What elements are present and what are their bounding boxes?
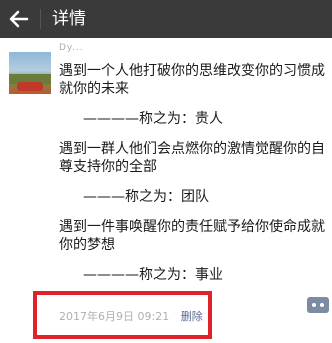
arrow-left-icon [9, 10, 29, 28]
back-button[interactable] [4, 4, 34, 34]
post-line: 遇到一群人他们会点燃你的激情觉醒你的自尊支持你的全部 [59, 141, 325, 175]
comment-dots-icon[interactable] [307, 297, 329, 313]
post-line: 遇到一个人他打破你的思维改变你的习惯成就你的未来 [59, 63, 325, 97]
author-name[interactable]: Dy... [59, 43, 84, 53]
post-text: 遇到一个人他打破你的思维改变你的习惯成就你的未来 ————称之为：贵人 遇到一群… [59, 62, 329, 284]
post-line: 遇到一件事唤醒你的责任赋予给你使命成就你的梦想 [59, 219, 325, 253]
post-line: ———称之为：团队 [83, 189, 209, 205]
post-line: ————称之为：贵人 [83, 111, 223, 127]
avatar[interactable] [9, 52, 51, 94]
header-divider [40, 9, 41, 29]
top-navigation-bar: 详情 [0, 0, 332, 38]
highlight-box [33, 291, 212, 339]
post-line: ————称之为：事业 [83, 267, 223, 283]
avatar-car [17, 82, 43, 91]
page-title: 详情 [52, 9, 86, 29]
